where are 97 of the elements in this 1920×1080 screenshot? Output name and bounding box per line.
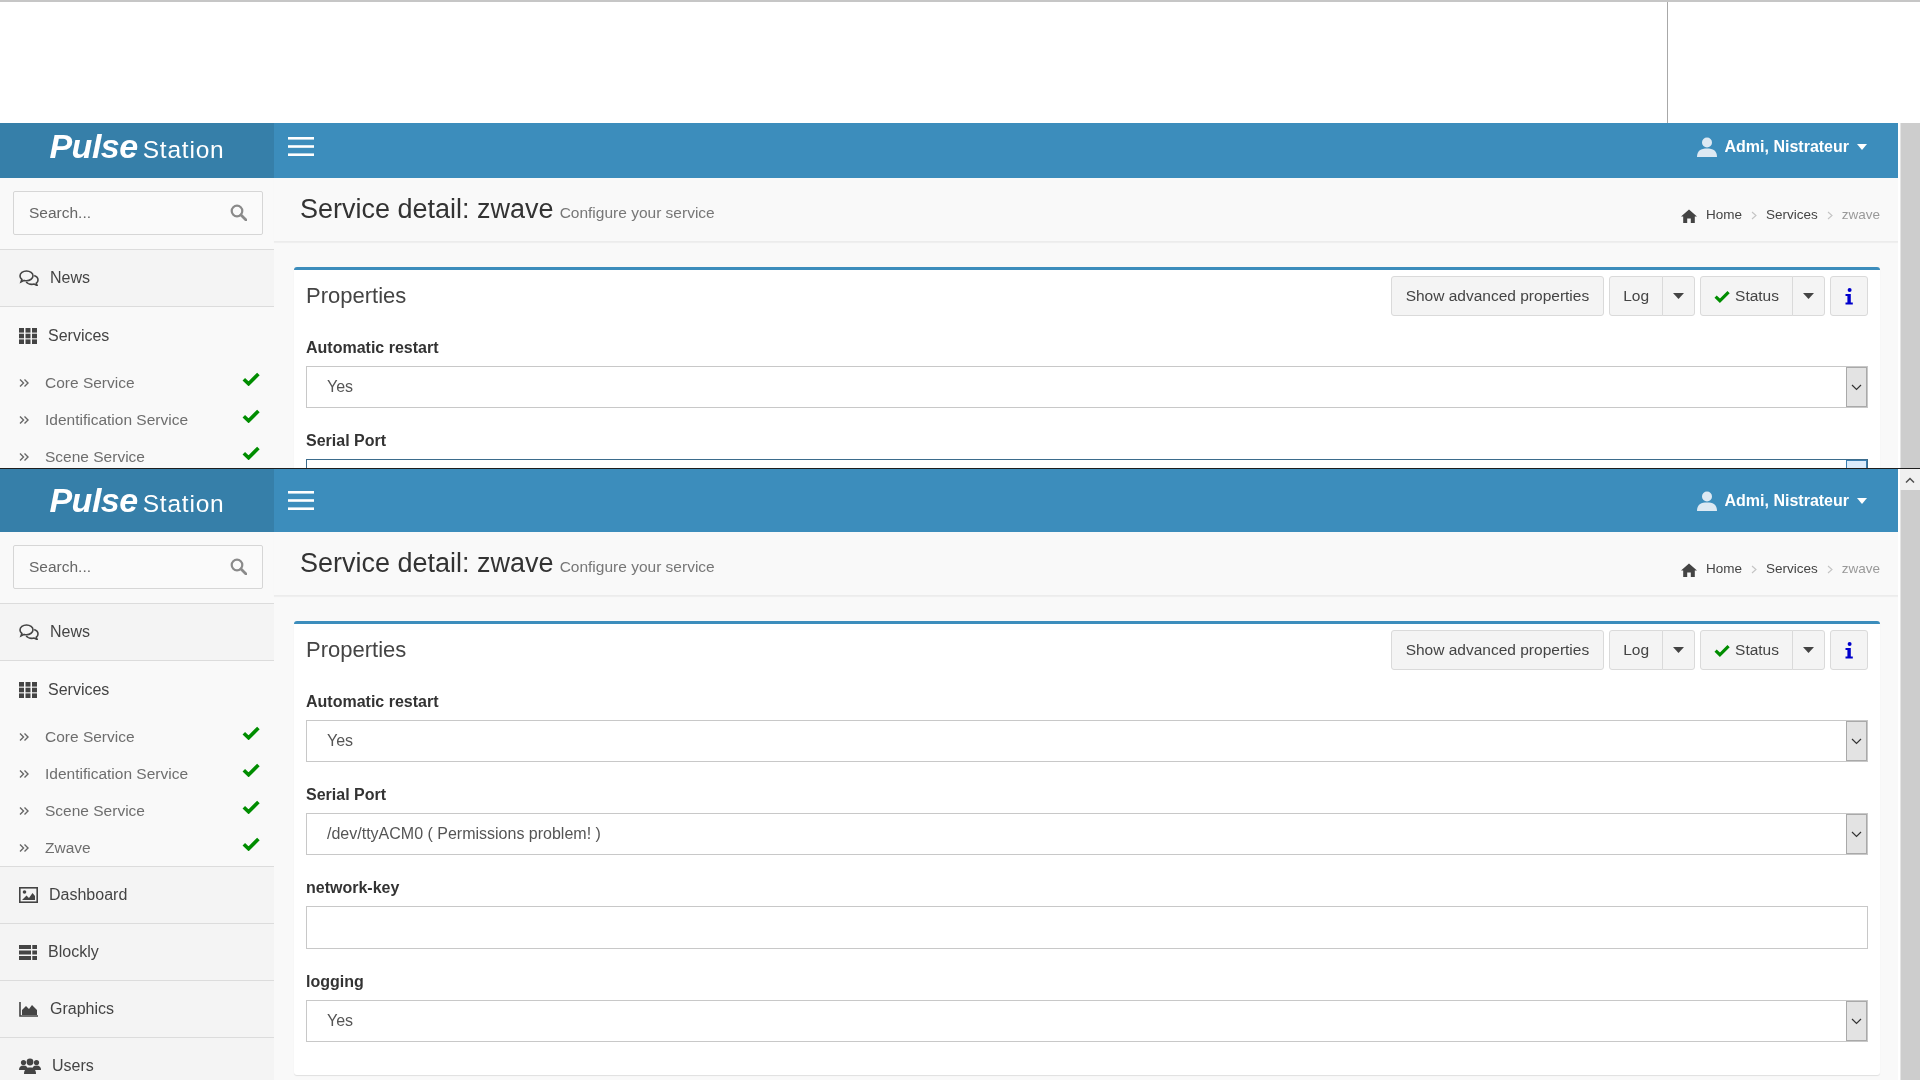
chevron-icon [1826, 565, 1833, 574]
field-label: Serial Port [306, 785, 388, 805]
chevron-up-icon [1905, 476, 1915, 483]
sidebar-item[interactable]: Users [0, 1038, 274, 1080]
chevron-down-icon[interactable] [1846, 814, 1867, 854]
picture-icon [19, 887, 38, 903]
user-menu[interactable]: Admi, Nistrateur [1696, 488, 1867, 513]
user-menu[interactable]: Admi, Nistrateur [1696, 134, 1867, 159]
info-button[interactable] [1830, 276, 1868, 316]
card-title: Properties [306, 636, 407, 664]
sidebar-item[interactable]: Blockly [0, 924, 274, 981]
page-subtitle: Configure your service [559, 557, 715, 578]
double-chevron-icon [19, 768, 29, 779]
brand-logo[interactable]: Pulse Station [49, 475, 225, 526]
chevron-icon [1826, 211, 1833, 220]
dropdown-toggle[interactable] [1792, 276, 1825, 316]
scrollbar[interactable] [1900, 123, 1920, 468]
double-chevron-icon [19, 414, 29, 425]
field-label: Automatic restart [306, 692, 440, 712]
toolbar-button[interactable]: Status [1700, 276, 1793, 316]
home-icon [1680, 208, 1697, 223]
field-label: Serial Port [306, 431, 388, 451]
double-chevron-icon [19, 451, 29, 462]
sidebar-item[interactable]: Graphics [0, 981, 274, 1038]
page-title: Service detail: zwave [300, 193, 554, 227]
users-icon [19, 1058, 41, 1074]
caret-icon [1857, 497, 1867, 504]
sidebar-item[interactable]: News [0, 604, 274, 661]
double-chevron-icon [19, 731, 29, 742]
toolbar-button[interactable]: Show advanced properties [1390, 276, 1605, 316]
home-icon [1680, 562, 1697, 577]
dropdown-field[interactable]: Yes [306, 720, 1868, 762]
double-chevron-icon [19, 842, 29, 853]
grid-icon [19, 681, 37, 698]
field-label: logging [306, 972, 365, 992]
search-icon[interactable] [230, 204, 247, 221]
dropdown-toggle[interactable] [1662, 630, 1696, 670]
sidebar-item[interactable]: News [0, 250, 274, 307]
info-button[interactable] [1830, 630, 1868, 670]
chevron-down-icon[interactable] [1846, 367, 1867, 407]
double-chevron-icon [19, 805, 29, 816]
toolbar-button[interactable]: Show advanced properties [1390, 630, 1605, 670]
search-field[interactable]: Search... [13, 191, 263, 235]
scrollbar[interactable] [1900, 490, 1920, 1080]
speech-bubbles-icon [19, 624, 39, 640]
breadcrumb-link[interactable]: Services [1765, 205, 1818, 226]
search-icon[interactable] [230, 558, 247, 575]
dropdown-toggle[interactable] [1662, 276, 1696, 316]
speech-bubbles-icon [19, 270, 39, 286]
submenu-item[interactable]: Scene Service [0, 438, 274, 468]
caret-icon [1803, 293, 1814, 299]
chevron-icon [1750, 565, 1757, 574]
dropdown-field[interactable]: /dev/ttyACM0 ( Permissions problem! ) [306, 813, 1868, 855]
submenu-item[interactable]: Core Service [0, 364, 274, 401]
breadcrumb-current: zwave [1841, 560, 1880, 579]
field-label: network-key [306, 878, 401, 898]
double-chevron-icon [19, 377, 29, 388]
chevron-icon [1750, 211, 1757, 220]
dropdown-field[interactable]: Yes [306, 1000, 1868, 1042]
breadcrumb-link[interactable]: Home [1680, 205, 1742, 226]
card-title: Properties [306, 282, 407, 310]
caret-icon [1803, 647, 1814, 653]
toolbar-button[interactable]: Status [1700, 630, 1793, 670]
user-icon [1696, 136, 1717, 157]
scroll-up-button[interactable] [1900, 469, 1920, 490]
search-field[interactable]: Search... [13, 545, 263, 589]
caret-icon [1673, 647, 1685, 653]
stacked-bars-icon [19, 944, 37, 960]
user-icon [1696, 490, 1717, 511]
toolbar-button[interactable]: Log [1609, 630, 1664, 670]
page-subtitle: Configure your service [559, 203, 715, 224]
submenu-item[interactable]: Zwave [0, 829, 274, 866]
info-icon [1845, 641, 1853, 659]
submenu-item[interactable]: Core Service [0, 718, 274, 755]
breadcrumb-current: zwave [1841, 206, 1880, 225]
sidebar-item[interactable]: Dashboard [0, 867, 274, 924]
brand-logo[interactable]: Pulse Station [49, 123, 225, 172]
caret-icon [1857, 143, 1867, 150]
dropdown-toggle[interactable] [1792, 630, 1825, 670]
text-field[interactable] [306, 906, 1868, 949]
toolbar-button[interactable]: Log [1609, 276, 1664, 316]
chevron-down-icon[interactable] [1846, 721, 1867, 761]
submenu-item[interactable]: Identification Service [0, 755, 274, 792]
breadcrumb-link[interactable]: Home [1680, 559, 1742, 580]
breadcrumb-link[interactable]: Services [1765, 559, 1818, 580]
page-title: Service detail: zwave [300, 547, 554, 581]
submenu-item[interactable]: Identification Service [0, 401, 274, 438]
field-label: Automatic restart [306, 338, 440, 358]
menu-icon [288, 137, 314, 156]
grid-icon [19, 327, 37, 344]
caret-icon [1673, 293, 1685, 299]
info-icon [1845, 287, 1853, 305]
chevron-down-icon[interactable] [1846, 1001, 1867, 1041]
dropdown-field[interactable]: Yes [306, 366, 1868, 408]
area-chart-icon [19, 1001, 39, 1017]
submenu-item[interactable]: Scene Service [0, 792, 274, 829]
menu-icon [288, 491, 314, 510]
